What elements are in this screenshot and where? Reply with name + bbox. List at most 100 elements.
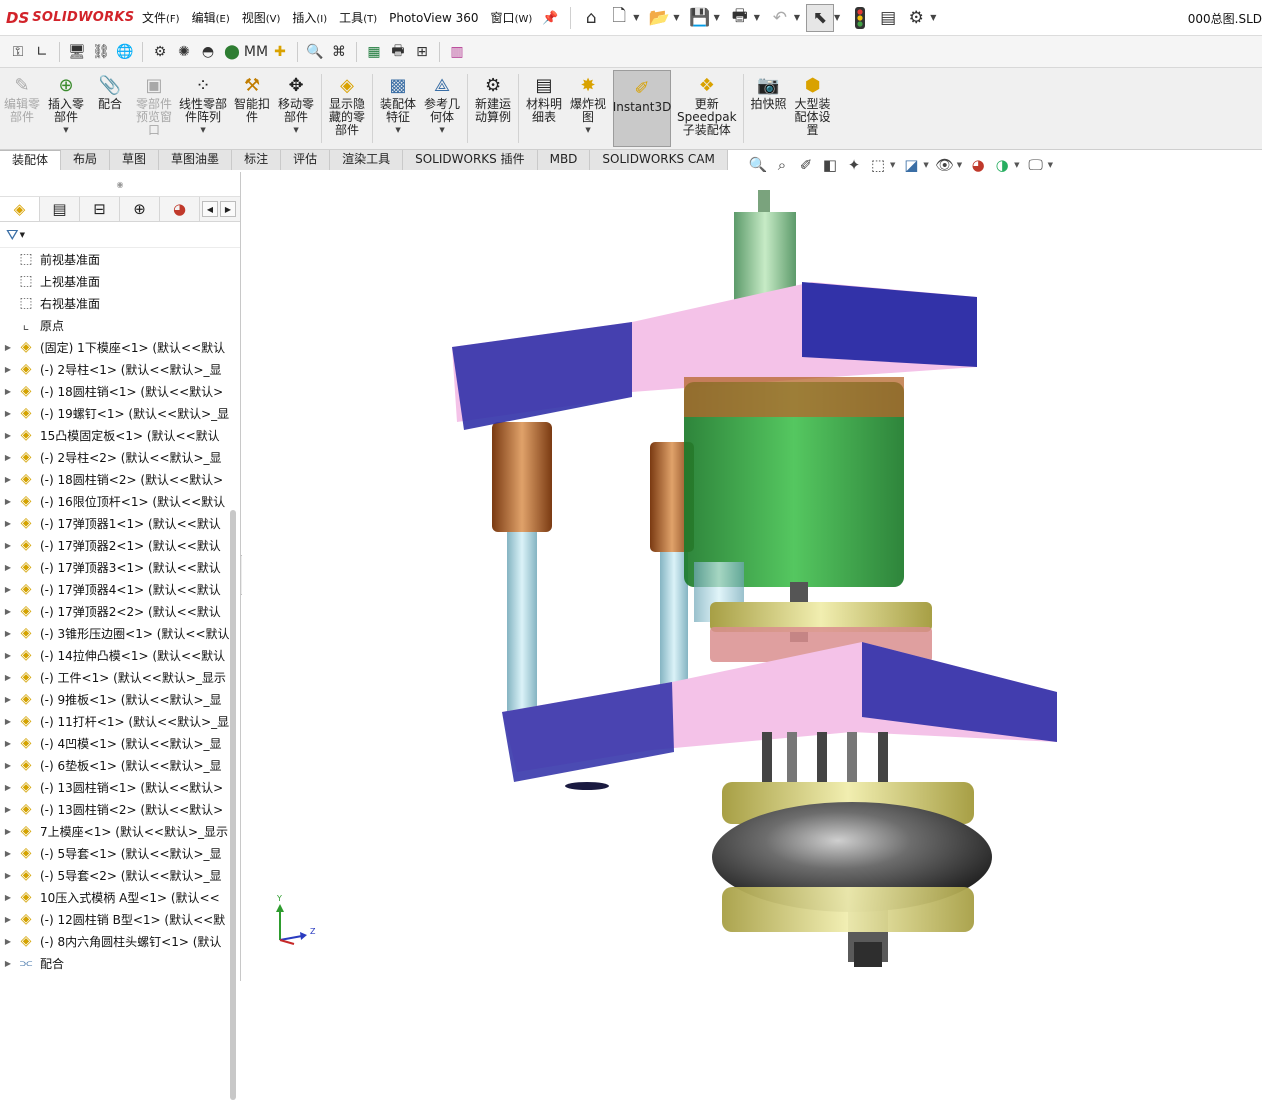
tab-markup[interactable]: 标注 (232, 150, 282, 170)
expand-arrow-icon[interactable]: ▶ (0, 497, 16, 506)
print-icon[interactable]: 🖶 (726, 4, 754, 32)
chevron-down-icon[interactable]: ▼ (754, 13, 760, 22)
expand-arrow-icon[interactable]: ▶ (0, 959, 16, 968)
tree-node-component[interactable]: ▶ ◈ (-) 2导柱<2> (默认<<默认>_显 (0, 446, 234, 468)
configuration-manager-tab-icon[interactable]: ⊟ (80, 197, 120, 221)
dimxpert-tab-icon[interactable]: ⊕ (120, 197, 160, 221)
tree-node-component[interactable]: ▶ ◈ (-) 17弹顶器2<1> (默认<<默认 (0, 534, 234, 556)
tab-sketch[interactable]: 草图 (110, 150, 160, 170)
cross-move-icon[interactable]: ✚ (268, 40, 292, 64)
chevron-down-icon[interactable]: ▼ (930, 13, 936, 22)
tab-addins[interactable]: SOLIDWORKS 插件 (403, 150, 538, 170)
chevron-down-icon[interactable]: ▼ (293, 126, 298, 134)
expand-arrow-icon[interactable]: ▶ (0, 519, 16, 528)
expand-arrow-icon[interactable]: ▶ (0, 585, 16, 594)
component-preview-button[interactable]: ▣ 零部件 预览窗 口 (132, 68, 176, 149)
expand-arrow-icon[interactable]: ▶ (0, 387, 16, 396)
gear-sparkle-icon[interactable]: ✺ (172, 40, 196, 64)
expand-arrow-icon[interactable]: ▶ (0, 607, 16, 616)
menu-tools[interactable]: 工具(T) (333, 9, 383, 26)
tree-node-mates[interactable]: ▶ ⫗ 配合 (0, 952, 234, 974)
tree-node-component[interactable]: ▶ ◈ (-) 3锥形压边圈<1> (默认<<默认 (0, 622, 234, 644)
menu-file[interactable]: 文件(F) (136, 9, 186, 26)
bowl-icon[interactable]: ◓ (196, 40, 220, 64)
bom-button[interactable]: ▤ 材料明 细表 (522, 68, 566, 149)
expand-arrow-icon[interactable]: ▶ (0, 937, 16, 946)
save-icon[interactable]: 💾 (686, 4, 714, 32)
tree-scrollbar[interactable] (230, 510, 236, 1100)
expand-arrow-icon[interactable]: ▶ (0, 563, 16, 572)
tree-node-origin[interactable]: ⌞ 原点 (0, 314, 234, 336)
expand-arrow-icon[interactable]: ▶ (0, 761, 16, 770)
edit-component-button[interactable]: ✎ 编辑零 部件 (0, 68, 44, 149)
tab-layout[interactable]: 布局 (61, 150, 111, 170)
chevron-down-icon[interactable]: ▼ (834, 13, 840, 22)
tab-sketch-ink[interactable]: 草图油墨 (159, 150, 233, 170)
feature-manager-tab-icon[interactable]: ◈ (0, 197, 40, 221)
solidworks-logo[interactable]: DS SOLIDWORKS (6, 9, 136, 27)
reference-geometry-button[interactable]: ⟁ 参考几 何体 ▼ (420, 68, 464, 149)
expand-arrow-icon[interactable]: ▶ (0, 629, 16, 638)
tree-node-front-plane[interactable]: ⬚ 前视基准面 (0, 248, 234, 270)
expand-arrow-icon[interactable]: ▶ (0, 695, 16, 704)
tree-node-component[interactable]: ▶ ◈ (-) 17弹顶器1<1> (默认<<默认 (0, 512, 234, 534)
sketch-corner-icon[interactable]: ∟ (30, 40, 54, 64)
menu-view[interactable]: 视图(V) (236, 9, 287, 26)
chevron-down-icon[interactable]: ▼ (714, 13, 720, 22)
tree-node-component[interactable]: ▶ ◈ (-) 19螺钉<1> (默认<<默认>_显 (0, 402, 234, 424)
tab-mbd[interactable]: MBD (537, 150, 591, 170)
smart-fastener-button[interactable]: ⚒ 智能扣 件 (230, 68, 274, 149)
tree-node-component[interactable]: ▶ ◈ 10压入式模柄 A型<1> (默认<< (0, 886, 234, 908)
chevron-down-icon[interactable]: ▼ (20, 231, 25, 239)
undo-icon[interactable]: ↶ (766, 4, 794, 32)
chevron-right-icon[interactable]: ▶ (220, 201, 236, 217)
tree-node-component[interactable]: ▶ ◈ (-) 5导套<2> (默认<<默认>_显 (0, 864, 234, 886)
new-document-icon[interactable]: 🗋 (605, 4, 633, 32)
chevron-down-icon[interactable]: ▼ (673, 13, 679, 22)
tree-node-component[interactable]: ▶ ◈ (-) 17弹顶器2<2> (默认<<默认 (0, 600, 234, 622)
file-properties-icon[interactable]: ▤ (874, 4, 902, 32)
tree-node-component[interactable]: ▶ ◈ (-) 6垫板<1> (默认<<默认>_显 (0, 754, 234, 776)
tree-node-component[interactable]: ▶ ◈ (-) 11打杆<1> (默认<<默认>_显 (0, 710, 234, 732)
tree-node-component[interactable]: ▶ ◈ 15凸模固定板<1> (默认<<默认 (0, 424, 234, 446)
settings-gear-icon[interactable]: ⚙ (148, 40, 172, 64)
large-assembly-button[interactable]: ⬢ 大型装 配体设 置 (791, 68, 835, 149)
tab-assembly[interactable]: 装配体 (0, 150, 62, 170)
weld-mark-icon[interactable]: ⅯⅯ (244, 40, 268, 64)
menu-edit[interactable]: 编辑(E) (186, 9, 236, 26)
tree-node-component[interactable]: ▶ ◈ (-) 2导柱<1> (默认<<默认>_显 (0, 358, 234, 380)
expand-arrow-icon[interactable]: ▶ (0, 365, 16, 374)
tree-node-component[interactable]: ▶ ◈ (固定) 1下模座<1> (默认<<默认 (0, 336, 234, 358)
chevron-down-icon[interactable]: ▼ (585, 126, 590, 134)
expand-arrow-icon[interactable]: ▶ (0, 739, 16, 748)
excel-icon[interactable]: ▦ (362, 40, 386, 64)
chevron-down-icon[interactable]: ▼ (794, 13, 800, 22)
expand-arrow-icon[interactable]: ▶ (0, 673, 16, 682)
tree-node-component[interactable]: ▶ ◈ 7上模座<1> (默认<<默认>_显示 (0, 820, 234, 842)
filter-icon[interactable]: ⛛ (6, 226, 19, 244)
expand-arrow-icon[interactable]: ▶ (0, 651, 16, 660)
update-speedpak-button[interactable]: ❖ 更新 Speedpak 子装配体 (674, 68, 740, 149)
tree-node-component[interactable]: ▶ ◈ (-) 16限位顶杆<1> (默认<<默认 (0, 490, 234, 512)
menu-photoview[interactable]: PhotoView 360 (383, 11, 484, 25)
tab-evaluate[interactable]: 评估 (281, 150, 331, 170)
mate-button[interactable]: 📎 配合 (88, 68, 132, 149)
tree-node-component[interactable]: ▶ ◈ (-) 5导套<1> (默认<<默认>_显 (0, 842, 234, 864)
tree-node-component[interactable]: ▶ ◈ (-) 17弹顶器3<1> (默认<<默认 (0, 556, 234, 578)
exploded-view-button[interactable]: ✸ 爆炸视 图 ▼ (566, 68, 610, 149)
expand-arrow-icon[interactable]: ▶ (0, 871, 16, 880)
tree-node-component[interactable]: ▶ ◈ (-) 工件<1> (默认<<默认>_显示 (0, 666, 234, 688)
open-folder-icon[interactable]: 📂 (645, 4, 673, 32)
snapshot-button[interactable]: 📷 拍快照 (747, 68, 791, 149)
chevron-down-icon[interactable]: ▼ (633, 13, 639, 22)
tree-node-component[interactable]: ▶ ◈ (-) 14拉伸凸模<1> (默认<<默认 (0, 644, 234, 666)
expand-arrow-icon[interactable]: ▶ (0, 431, 16, 440)
chevron-down-icon[interactable]: ▼ (957, 161, 962, 169)
tree-node-component[interactable]: ▶ ◈ (-) 13圆柱销<1> (默认<<默认> (0, 776, 234, 798)
key-icon[interactable]: ⚿ (6, 40, 30, 64)
chevron-down-icon[interactable]: ▼ (923, 161, 928, 169)
tree-node-component[interactable]: ▶ ◈ (-) 18圆柱销<1> (默认<<默认> (0, 380, 234, 402)
menu-window[interactable]: 窗口(W) (485, 9, 539, 26)
expand-arrow-icon[interactable]: ▶ (0, 805, 16, 814)
chevron-down-icon[interactable]: ▼ (395, 126, 400, 134)
